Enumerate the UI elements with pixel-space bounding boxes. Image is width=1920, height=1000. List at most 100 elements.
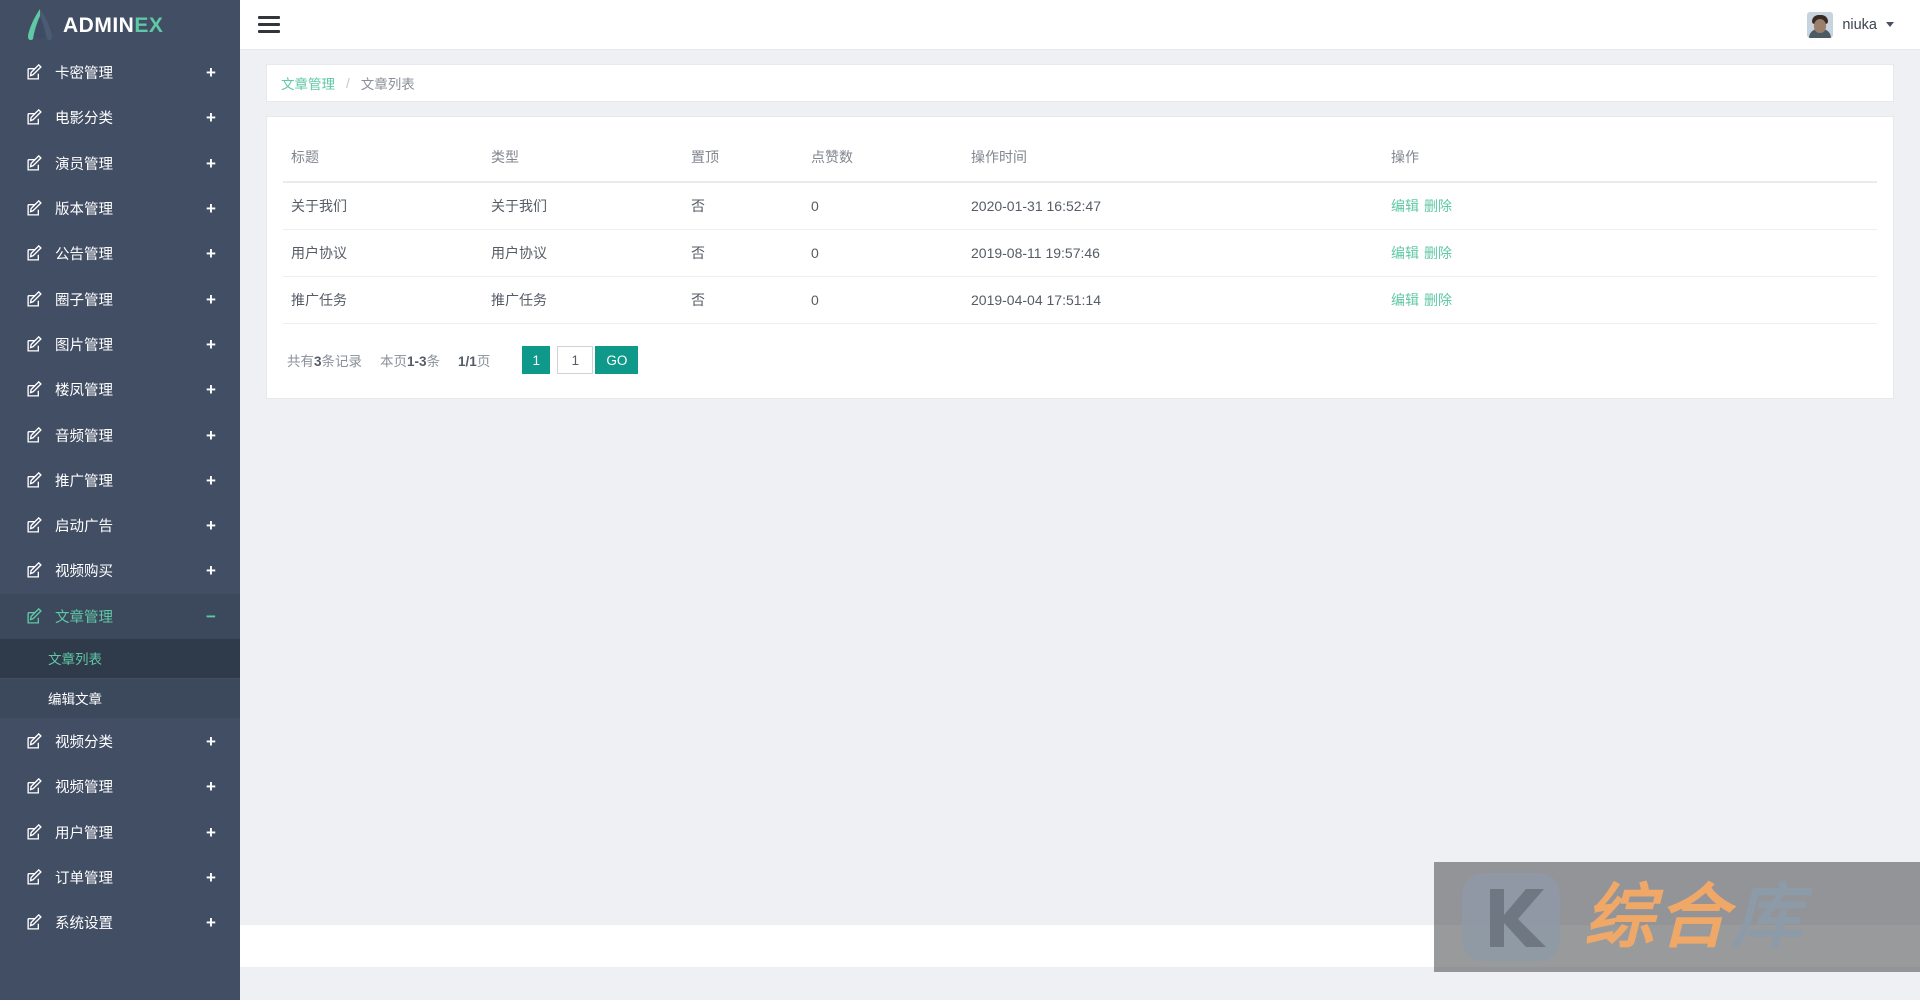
sidebar-menu-entry: 音频管理 + — [0, 412, 240, 457]
breadcrumb-parent[interactable]: 文章管理 — [281, 73, 335, 93]
admin-dashboard: ADMINEX 卡密管理 + 电影分类 + 演员管理 + 版本管理 + 公告管理 + 圈子管理 + 图片… — [0, 0, 1920, 1000]
sidebar-menu-entry: 公告管理 + — [0, 231, 240, 276]
expand-plus-icon[interactable]: + — [204, 427, 218, 444]
delete-link[interactable]: 删除 — [1424, 245, 1452, 261]
sidebar-item-0[interactable]: 卡密管理 + — [0, 50, 240, 95]
article-table: 标题 类型 置顶 点赞数 操作时间 操作 关于我们 关于我们否 0 2020-01-3… — [283, 137, 1877, 324]
sidebar-item-4[interactable]: 公告管理 + — [0, 231, 240, 276]
expand-plus-icon[interactable]: + — [204, 291, 218, 308]
sidebar-item-13[interactable]: 视频分类 + — [0, 719, 240, 764]
page-index-label: 1/1页 — [458, 350, 490, 370]
expand-plus-icon[interactable]: + — [204, 824, 218, 841]
hamburger-menu-icon[interactable] — [258, 15, 280, 34]
sidebar-menu-entry: 电影分类 + — [0, 95, 240, 140]
table-head: 标题 类型 置顶 点赞数 操作时间 操作 — [283, 137, 1877, 183]
sidebar-menu-entry: 图片管理 + — [0, 322, 240, 367]
sidebar-submenu: 文章列表 编辑文章 — [0, 638, 240, 719]
expand-plus-icon[interactable]: + — [204, 64, 218, 81]
sidebar-item-8[interactable]: 音频管理 + — [0, 412, 240, 457]
user-menu[interactable]: niuka — [1807, 11, 1894, 38]
column-header-time: 操作时间 — [963, 137, 1383, 183]
expand-plus-icon[interactable]: + — [204, 336, 218, 353]
sidebar-item-2[interactable]: 演员管理 + — [0, 141, 240, 186]
sidebar-item-label: 电影分类 — [55, 111, 113, 128]
sidebar-subitem-1[interactable]: 编辑文章 — [0, 679, 240, 719]
edit-link[interactable]: 编辑 — [1391, 292, 1419, 308]
breadcrumb-separator: / — [346, 75, 350, 91]
sidebar-menu-entry: 用户管理 + — [0, 809, 240, 854]
expand-plus-icon[interactable]: + — [204, 381, 218, 398]
sidebar-item-label: 文章管理 — [55, 609, 113, 626]
brand-title-dark: ADMIN — [63, 13, 135, 37]
sidebar-menu-entry: 订单管理 + — [0, 855, 240, 900]
sidebar-menu-entry: 视频购买 + — [0, 548, 240, 593]
sidebar-item-label: 推广管理 — [55, 473, 113, 490]
sidebar-menu-entry: 楼凤管理 + — [0, 367, 240, 412]
expand-plus-icon[interactable]: + — [204, 200, 218, 217]
expand-plus-icon[interactable]: + — [204, 155, 218, 172]
expand-plus-icon[interactable]: + — [204, 778, 218, 795]
sidebar-menu-entry: 圈子管理 + — [0, 276, 240, 321]
sidebar-item-label: 公告管理 — [55, 247, 113, 264]
brand-logo-area[interactable]: ADMINEX — [0, 0, 240, 50]
expand-plus-icon[interactable]: + — [204, 914, 218, 931]
main-content: 文章管理 / 文章列表 标题 类型 置顶 点赞数 操作时间 操作 关于我们 关于我… — [240, 50, 1920, 1000]
expand-plus-icon[interactable]: + — [204, 472, 218, 489]
edit-square-icon — [26, 199, 43, 217]
hamburger-bar — [258, 15, 280, 19]
cell-likes: 0 — [803, 182, 963, 230]
page-button-1[interactable]: 1 — [522, 346, 551, 374]
edit-square-icon — [26, 381, 43, 398]
cell-likes: 0 — [803, 276, 963, 324]
top-header: niuka — [240, 0, 1920, 50]
edit-link[interactable]: 编辑 — [1391, 198, 1419, 214]
edit-square-icon — [26, 778, 43, 795]
chevron-down-icon[interactable] — [1886, 22, 1894, 27]
sidebar-item-9[interactable]: 推广管理 + — [0, 458, 240, 503]
sidebar-item-14[interactable]: 视频管理 + — [0, 764, 240, 809]
page-suffix: 条 — [426, 354, 441, 369]
sidebar-item-15[interactable]: 用户管理 + — [0, 809, 240, 854]
sidebar-item-17[interactable]: 系统设置 + — [0, 900, 240, 945]
sidebar-item-16[interactable]: 订单管理 + — [0, 855, 240, 900]
sidebar-item-5[interactable]: 圈子管理 + — [0, 276, 240, 321]
expand-plus-icon[interactable]: + — [204, 517, 218, 534]
sidebar-item-1[interactable]: 电影分类 + — [0, 95, 240, 140]
sidebar-subitem-0[interactable]: 文章列表 — [0, 638, 240, 679]
sidebar-menu-entry: 文章管理 − 文章列表 编辑文章 — [0, 593, 240, 719]
expand-plus-icon[interactable]: + — [204, 562, 218, 579]
sidebar-item-label: 启动广告 — [55, 519, 113, 536]
cell-actions: 编辑 删除 — [1383, 276, 1877, 324]
collapse-minus-icon[interactable]: − — [204, 608, 218, 625]
sidebar-menu-entry: 视频管理 + — [0, 764, 240, 809]
expand-plus-icon[interactable]: + — [204, 245, 218, 262]
total-prefix: 共有 — [287, 354, 314, 369]
delete-link[interactable]: 删除 — [1424, 292, 1452, 308]
sidebar-item-label: 视频分类 — [55, 735, 113, 751]
sidebar-item-label: 订单管理 — [55, 870, 113, 887]
sidebar-menu-entry: 推广管理 + — [0, 458, 240, 503]
cell-type: 用户协议 — [483, 229, 683, 277]
sidebar-item-11[interactable]: 视频购买 + — [0, 548, 240, 593]
sidebar-item-12[interactable]: 文章管理 − — [0, 593, 240, 639]
expand-plus-icon[interactable]: + — [204, 109, 218, 126]
hamburger-bar — [258, 22, 280, 26]
sidebar-item-7[interactable]: 楼凤管理 + — [0, 367, 240, 412]
sidebar-item-6[interactable]: 图片管理 + — [0, 322, 240, 367]
edit-link[interactable]: 编辑 — [1391, 245, 1419, 261]
sidebar-item-10[interactable]: 启动广告 + — [0, 503, 240, 548]
delete-link[interactable]: 删除 — [1424, 198, 1452, 214]
triangle-logo-icon — [26, 8, 54, 42]
edit-square-icon — [26, 335, 43, 353]
go-button[interactable]: GO — [595, 346, 639, 374]
expand-plus-icon[interactable]: + — [204, 869, 218, 886]
edit-square-icon — [26, 516, 43, 534]
page-range-label: 本页1-3条 — [380, 350, 440, 370]
table-row: 推广任务 推广任务否 0 2019-04-04 17:51:14 编辑 删除 — [283, 276, 1877, 324]
page-jump-input[interactable] — [557, 346, 594, 374]
table-row: 用户协议 用户协议否 0 2019-08-11 19:57:46 编辑 删除 — [283, 229, 1877, 277]
edit-square-icon — [26, 868, 43, 886]
sidebar-item-label: 版本管理 — [55, 202, 113, 219]
sidebar-item-3[interactable]: 版本管理 + — [0, 186, 240, 231]
expand-plus-icon[interactable]: + — [204, 733, 218, 750]
